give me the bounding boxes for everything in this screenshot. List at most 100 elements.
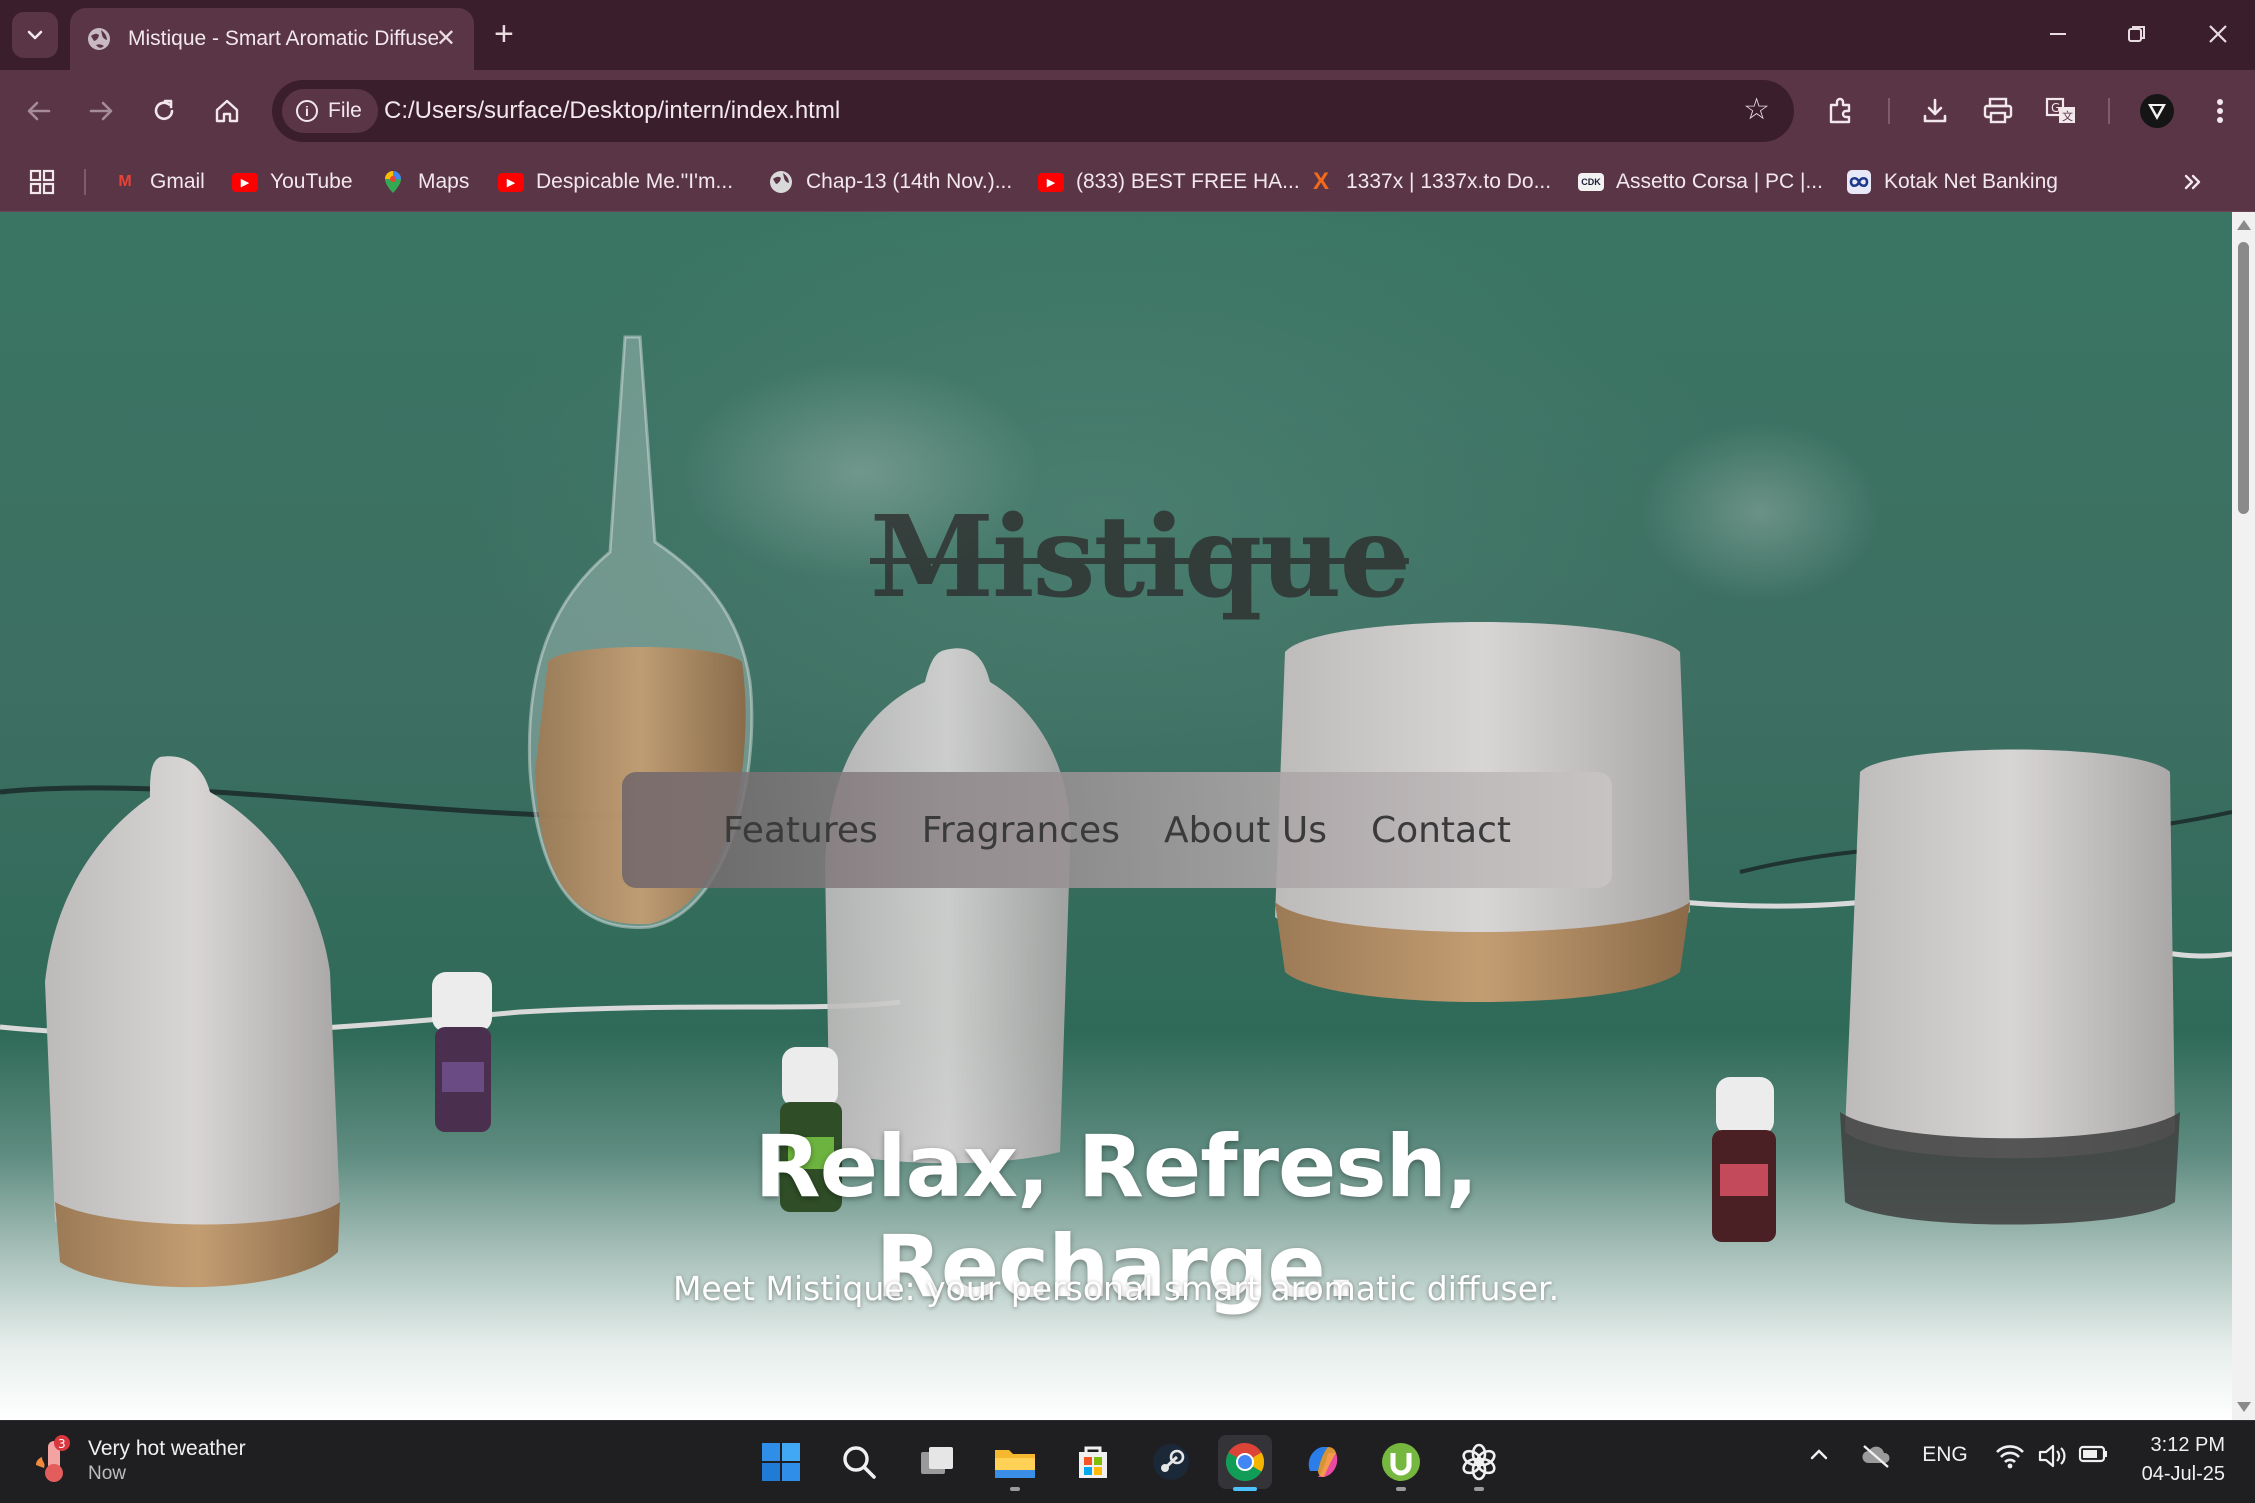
address-bar[interactable]: i File C:/Users/surface/Desktop/intern/i…	[272, 80, 1794, 142]
nav-link-fragrances[interactable]: Fragrances	[922, 810, 1120, 851]
bookmark-label: (833) BEST FREE HA...	[1076, 170, 1300, 193]
start-button[interactable]	[754, 1435, 808, 1489]
speaker-icon	[2038, 1444, 2066, 1468]
profile-button[interactable]	[2134, 88, 2180, 134]
back-button[interactable]	[16, 88, 62, 134]
chevron-double-right-icon	[2184, 174, 2201, 190]
volume-button[interactable]	[2032, 1443, 2072, 1469]
tab-close-button[interactable]: ✕	[436, 24, 456, 53]
language-indicator[interactable]: ENG	[1916, 1443, 1974, 1467]
network-button[interactable]	[1990, 1443, 2030, 1469]
weather-title: Very hot weather	[88, 1437, 246, 1460]
onedrive-button[interactable]	[1858, 1443, 1894, 1469]
scrollbar-thumb[interactable]	[2238, 242, 2249, 514]
bookmark-best-free[interactable]: ▶ (833) BEST FREE HA...	[1038, 164, 1300, 200]
restore-button[interactable]	[2117, 14, 2157, 54]
thermometer-icon: 3	[30, 1435, 74, 1485]
nav-link-about-us[interactable]: About Us	[1164, 810, 1327, 851]
toolbar-divider	[2108, 98, 2110, 124]
scroll-up-arrow[interactable]	[2237, 220, 2251, 230]
svg-text:G: G	[2051, 101, 2060, 115]
running-indicator	[1396, 1487, 1406, 1491]
more-vertical-icon	[2217, 99, 2223, 123]
steam-icon	[1153, 1444, 1189, 1480]
apps-grid-icon	[29, 169, 55, 195]
translate-button[interactable]: G文	[2038, 88, 2084, 134]
browser-tab-active[interactable]: Mistique - Smart Aromatic Diffuser ✕	[70, 8, 474, 70]
downloads-button[interactable]	[1912, 88, 1958, 134]
reload-button[interactable]	[141, 88, 187, 134]
page-scrollbar[interactable]	[2232, 212, 2255, 1420]
bookmark-youtube[interactable]: ▶ YouTube	[232, 164, 353, 200]
url-text[interactable]: C:/Users/surface/Desktop/intern/index.ht…	[384, 97, 840, 125]
home-icon	[215, 99, 239, 123]
scroll-down-arrow[interactable]	[2237, 1402, 2251, 1412]
restore-icon	[2128, 26, 2145, 42]
tab-title: Mistique - Smart Aromatic Diffuser	[128, 27, 438, 50]
bookmark-gmail[interactable]: M Gmail	[112, 164, 205, 200]
close-icon	[2209, 25, 2227, 43]
bookmark-1337x[interactable]: X 1337x | 1337x.to Do...	[1308, 164, 1551, 200]
show-hidden-icons-button[interactable]	[1804, 1443, 1834, 1465]
bookmark-maps[interactable]: Maps	[380, 164, 469, 200]
arrow-right-icon	[89, 101, 113, 121]
apps-button[interactable]	[28, 164, 56, 200]
utorrent-button[interactable]	[1374, 1435, 1428, 1491]
tab-search-button[interactable]	[12, 12, 58, 58]
download-icon	[1923, 98, 1947, 123]
browser-menu-button[interactable]	[2197, 88, 2243, 134]
task-view-icon	[921, 1447, 953, 1474]
site-info-chip[interactable]: i File	[282, 89, 378, 133]
bookmark-star-icon[interactable]: ☆	[1743, 94, 1770, 126]
chrome-button[interactable]	[1218, 1435, 1272, 1491]
minimize-button[interactable]	[2038, 14, 2078, 54]
clock-date: 04-Jul-25	[2141, 1463, 2225, 1485]
task-view-button[interactable]	[910, 1435, 964, 1489]
info-icon: i	[296, 100, 318, 122]
print-button[interactable]	[1975, 88, 2021, 134]
translate-icon: G文	[2045, 97, 2075, 123]
nav-link-features[interactable]: Features	[723, 810, 878, 851]
new-tab-button[interactable]: +	[494, 14, 514, 54]
weather-widget[interactable]: 3 Very hot weather Now	[30, 1435, 246, 1485]
hero-subtitle: Meet Mistique: your personal smart aroma…	[672, 1269, 1560, 1308]
copilot-button[interactable]	[1296, 1435, 1350, 1489]
cloud-offline-icon	[1862, 1445, 1890, 1468]
extensions-button[interactable]	[1818, 88, 1864, 134]
weather-subtitle: Now	[88, 1463, 127, 1484]
youtube-icon: ▶	[1038, 172, 1064, 192]
youtube-icon: ▶	[232, 172, 258, 192]
active-indicator	[1233, 1487, 1257, 1491]
youtube-icon: ▶	[498, 172, 524, 192]
battery-button[interactable]	[2074, 1443, 2114, 1465]
forward-button[interactable]	[78, 88, 124, 134]
weather-badge-count: 3	[58, 1437, 66, 1451]
bookmark-assetto-corsa[interactable]: CDK Assetto Corsa | PC |...	[1578, 164, 1823, 200]
chrome-icon	[1225, 1443, 1265, 1482]
running-indicator	[1010, 1487, 1020, 1491]
globe-icon	[88, 28, 110, 50]
taskbar-search-button[interactable]	[832, 1435, 886, 1489]
bookmark-label: Kotak Net Banking	[1884, 170, 2058, 193]
arrow-left-icon	[27, 101, 51, 121]
printer-icon	[1983, 97, 2013, 124]
svg-text:文: 文	[2062, 109, 2073, 123]
home-button[interactable]	[204, 88, 250, 134]
nav-link-contact[interactable]: Contact	[1371, 810, 1511, 851]
bookmark-chap-13[interactable]: Chap-13 (14th Nov.)...	[768, 164, 1012, 200]
steam-button[interactable]	[1144, 1435, 1198, 1489]
chatgpt-button[interactable]	[1452, 1435, 1506, 1491]
wifi-icon	[1996, 1445, 2024, 1469]
bookmark-label: Assetto Corsa | PC |...	[1616, 170, 1823, 193]
more-bookmarks-button[interactable]	[2182, 164, 2204, 200]
windows-taskbar: 3 Very hot weather Now ENG 3:12 PM 04-Ju…	[0, 1420, 2255, 1503]
bookmark-kotak[interactable]: Kotak Net Banking	[1846, 164, 2058, 200]
search-icon	[843, 1446, 876, 1479]
copilot-icon	[1308, 1447, 1338, 1477]
close-window-button[interactable]	[2198, 14, 2238, 54]
system-clock[interactable]: 3:12 PM 04-Jul-25	[2142, 1431, 2225, 1489]
store-button[interactable]	[1066, 1435, 1120, 1489]
bookmark-despicable-me[interactable]: ▶ Despicable Me."I'm...	[498, 164, 733, 200]
file-explorer-button[interactable]	[988, 1435, 1042, 1491]
tab-strip: Mistique - Smart Aromatic Diffuser ✕ +	[0, 0, 2255, 70]
